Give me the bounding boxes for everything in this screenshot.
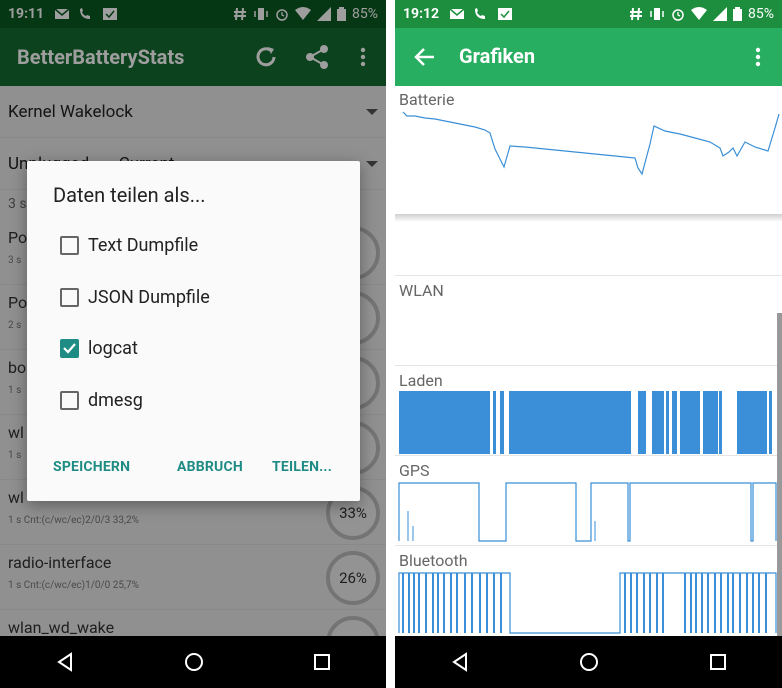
share-option-label: dmesg xyxy=(88,389,143,411)
card-shadow xyxy=(395,214,782,222)
battery-level-line xyxy=(402,111,780,176)
battery-graph-section: Batterie xyxy=(395,86,782,217)
gps-graph-section: GPS xyxy=(395,456,782,546)
battery-percent: 85% xyxy=(748,6,774,22)
battery-icon xyxy=(733,7,742,21)
recents-nav-icon[interactable] xyxy=(313,653,331,671)
checkbox-icon[interactable] xyxy=(60,390,79,410)
right-phone-screen: 19:12 85% Grafiken Batterie WLAN Laden G… xyxy=(395,0,782,688)
section-label-wlan: WLAN xyxy=(399,281,444,300)
section-label-charging: Laden xyxy=(399,371,443,390)
navigation-bar xyxy=(395,636,782,688)
share-option[interactable]: dmesg xyxy=(60,385,143,415)
wlan-graph-section: WLAN xyxy=(395,276,782,366)
share-option-label: Text Dumpfile xyxy=(88,234,199,256)
hash-icon xyxy=(630,7,642,21)
screenshot-divider xyxy=(386,0,395,688)
left-phone-screen: 19:11 85% BetterBatteryStats Kernel Wake… xyxy=(0,0,386,688)
dialog-title: Daten teilen als... xyxy=(53,183,206,207)
app-bar: Grafiken xyxy=(395,28,782,86)
vibrate-icon xyxy=(650,8,664,20)
charging-graph-section: Laden xyxy=(395,366,782,456)
signal-icon xyxy=(713,7,727,21)
bluetooth-chart xyxy=(398,572,777,634)
share-option[interactable]: Text Dumpfile xyxy=(60,230,198,260)
charging-chart xyxy=(399,391,772,454)
section-label-bluetooth: Bluetooth xyxy=(399,551,468,570)
scrollbar[interactable] xyxy=(777,313,782,636)
recents-nav-icon[interactable] xyxy=(709,653,727,671)
save-button[interactable]: SPEICHERN xyxy=(53,459,130,475)
status-time: 19:12 xyxy=(403,6,440,22)
checkbox-icon[interactable] xyxy=(60,287,79,307)
back-arrow-icon[interactable] xyxy=(414,47,436,67)
share-option-label: logcat xyxy=(88,337,138,359)
blank-section xyxy=(395,222,782,276)
battery-level-chart xyxy=(402,111,780,176)
page-title: Grafiken xyxy=(459,44,536,68)
checkbox-icon[interactable] xyxy=(60,235,79,255)
share-dialog: Daten teilen als... Text Dumpfile JSON Du… xyxy=(27,161,360,501)
home-nav-icon[interactable] xyxy=(184,652,204,672)
missed-call-icon xyxy=(475,8,486,19)
section-label-gps: GPS xyxy=(399,461,430,480)
back-nav-icon[interactable] xyxy=(55,652,75,672)
inbox-notification-icon xyxy=(498,8,513,20)
wifi-icon xyxy=(691,7,707,20)
bluetooth-graph-section: Bluetooth xyxy=(395,546,782,636)
overflow-menu-icon[interactable] xyxy=(755,47,761,67)
bluetooth-activity-line xyxy=(398,572,777,634)
cancel-button[interactable]: ABBRUCH xyxy=(177,459,243,475)
share-option[interactable]: JSON Dumpfile xyxy=(60,282,210,312)
gps-activity-line xyxy=(398,482,777,542)
mail-notification-icon xyxy=(449,8,465,19)
status-bar: 19:12 85% xyxy=(395,0,782,28)
home-nav-icon[interactable] xyxy=(579,652,599,672)
checkbox-checked-icon[interactable] xyxy=(60,338,79,358)
back-nav-icon[interactable] xyxy=(450,652,470,672)
share-option[interactable]: logcat xyxy=(60,333,138,363)
share-button[interactable]: TEILEN... xyxy=(272,459,332,475)
gps-chart xyxy=(398,482,777,542)
share-option-label: JSON Dumpfile xyxy=(88,286,210,308)
alarm-icon xyxy=(672,9,684,21)
navigation-bar xyxy=(0,636,386,688)
